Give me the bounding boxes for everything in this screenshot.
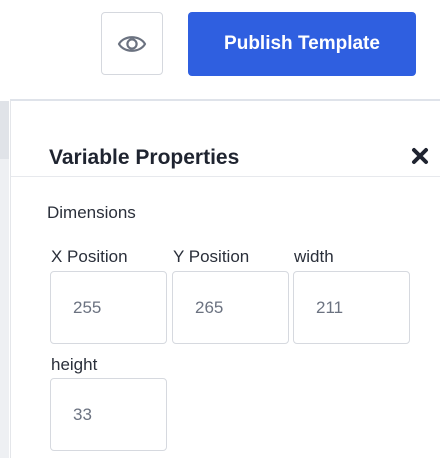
y-position-input[interactable]: [172, 271, 289, 344]
close-button[interactable]: [408, 144, 432, 168]
x-position-input[interactable]: [50, 271, 167, 344]
close-icon: [412, 148, 428, 164]
dimensions-label: Dimensions: [47, 203, 136, 222]
height-input[interactable]: [50, 378, 167, 451]
variable-properties-panel: Variable Properties Dimensions X Positio…: [10, 99, 440, 458]
page: Publish Template Variable Properties Dim…: [0, 0, 440, 458]
width-input[interactable]: [293, 271, 410, 344]
height-label: height: [51, 355, 98, 374]
preview-button[interactable]: [101, 12, 163, 75]
y-position-label: Y Position: [173, 247, 250, 266]
x-position-label: X Position: [51, 247, 128, 266]
width-label: width: [294, 247, 334, 266]
eye-icon: [117, 35, 147, 52]
panel-title: Variable Properties: [49, 146, 240, 169]
publish-template-button[interactable]: Publish Template: [188, 12, 416, 76]
left-canvas-strip-highlight: [0, 101, 9, 159]
